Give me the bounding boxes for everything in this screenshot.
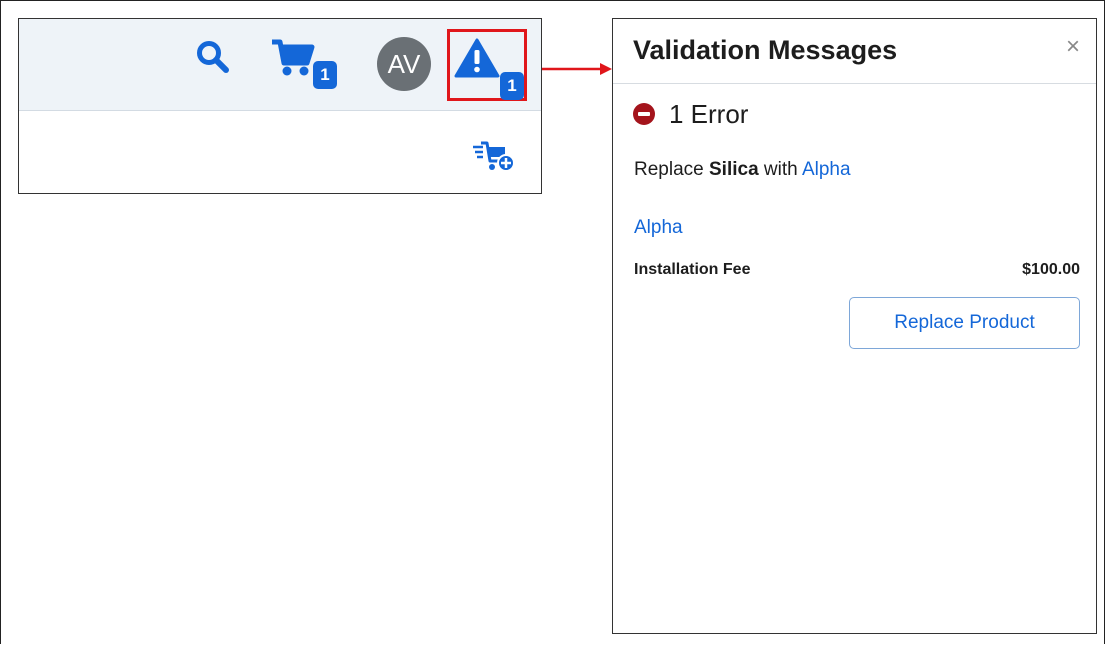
header-snippet: 1 AV 1: [18, 18, 542, 194]
cart-add-icon: [473, 141, 515, 172]
warning-triangle-icon: [454, 38, 500, 78]
avatar[interactable]: AV: [377, 37, 431, 91]
cart-button[interactable]: 1: [271, 39, 339, 89]
close-icon[interactable]: ×: [1066, 33, 1080, 61]
product-to-link[interactable]: Alpha: [802, 159, 851, 180]
fee-amount: $100.00: [1022, 261, 1080, 278]
validation-message: Replace Silica with Alpha: [634, 159, 851, 181]
fee-label: Installation Fee: [634, 261, 751, 278]
cart-icon: [272, 39, 315, 76]
error-count: 1 Error: [669, 99, 749, 129]
cart-count-badge: 1: [313, 61, 337, 89]
replace-product-button[interactable]: Replace Product: [849, 297, 1080, 349]
validation-messages-panel: Validation Messages × 1 Error Replace Si…: [612, 18, 1097, 634]
cart-add-button[interactable]: [471, 141, 519, 177]
panel-title: Validation Messages: [633, 35, 898, 65]
product-name-link[interactable]: Alpha: [634, 217, 683, 239]
validation-alert-button[interactable]: 1: [447, 29, 527, 101]
callout-arrow: [542, 63, 612, 75]
toolbar: 1 AV 1: [19, 19, 541, 111]
message-middle: with: [758, 159, 802, 180]
product-from: Silica: [709, 159, 759, 180]
panel-header: Validation Messages ×: [613, 19, 1096, 84]
search-icon[interactable]: [195, 39, 231, 75]
message-prefix: Replace: [634, 159, 709, 180]
alert-count-badge: 1: [500, 72, 524, 100]
error-icon: [633, 103, 655, 125]
